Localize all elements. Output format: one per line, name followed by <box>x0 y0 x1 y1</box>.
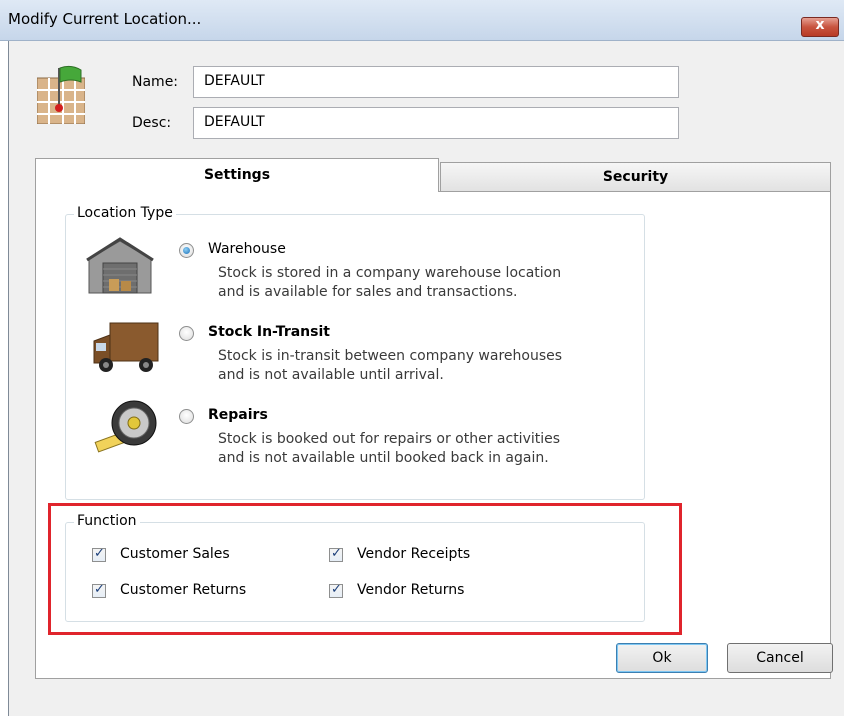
warehouse-desc-2: and is available for sales and transacti… <box>218 284 518 300</box>
tab-settings[interactable]: Settings <box>35 158 439 192</box>
close-icon: x <box>815 17 825 33</box>
warehouse-radio[interactable] <box>179 243 194 258</box>
warehouse-label: Warehouse <box>208 241 286 257</box>
ok-button[interactable]: Ok <box>616 643 708 673</box>
desc-label: Desc: <box>132 115 172 131</box>
tab-security[interactable]: Security <box>440 162 831 192</box>
title-bar: Modify Current Location... x <box>0 0 844 41</box>
map-flag-icon <box>37 65 85 124</box>
repairs-desc-2: and is not available until booked back i… <box>218 450 549 466</box>
stock-in-transit-radio[interactable] <box>179 326 194 341</box>
desc-field[interactable]: DEFAULT <box>193 107 679 139</box>
warehouse-desc-1: Stock is stored in a company warehouse l… <box>218 265 562 281</box>
location-type-group: Location Type Warehouse Stock is stored … <box>65 205 645 500</box>
location-type-title: Location Type <box>74 205 176 221</box>
repairs-radio[interactable] <box>179 409 194 424</box>
name-label: Name: <box>132 74 179 90</box>
stock-in-transit-desc-1: Stock is in-transit between company ware… <box>218 348 563 364</box>
stock-in-transit-desc-2: and is not available until arrival. <box>218 367 444 383</box>
cancel-button[interactable]: Cancel <box>727 643 833 673</box>
warehouse-icon <box>86 237 154 294</box>
repairs-desc-1: Stock is booked out for repairs or other… <box>218 431 561 447</box>
stock-in-transit-label: Stock In-Transit <box>208 324 330 340</box>
delivery-truck-icon <box>93 322 159 372</box>
window-title: Modify Current Location... <box>8 10 202 28</box>
name-field[interactable]: DEFAULT <box>193 66 679 98</box>
tape-measure-icon <box>94 400 157 453</box>
repairs-label: Repairs <box>208 407 268 423</box>
highlight-box <box>48 503 682 635</box>
dialog-body: Name: DEFAULT Desc: DEFAULT Settings Sec… <box>8 41 844 716</box>
close-button[interactable]: x <box>801 17 839 37</box>
